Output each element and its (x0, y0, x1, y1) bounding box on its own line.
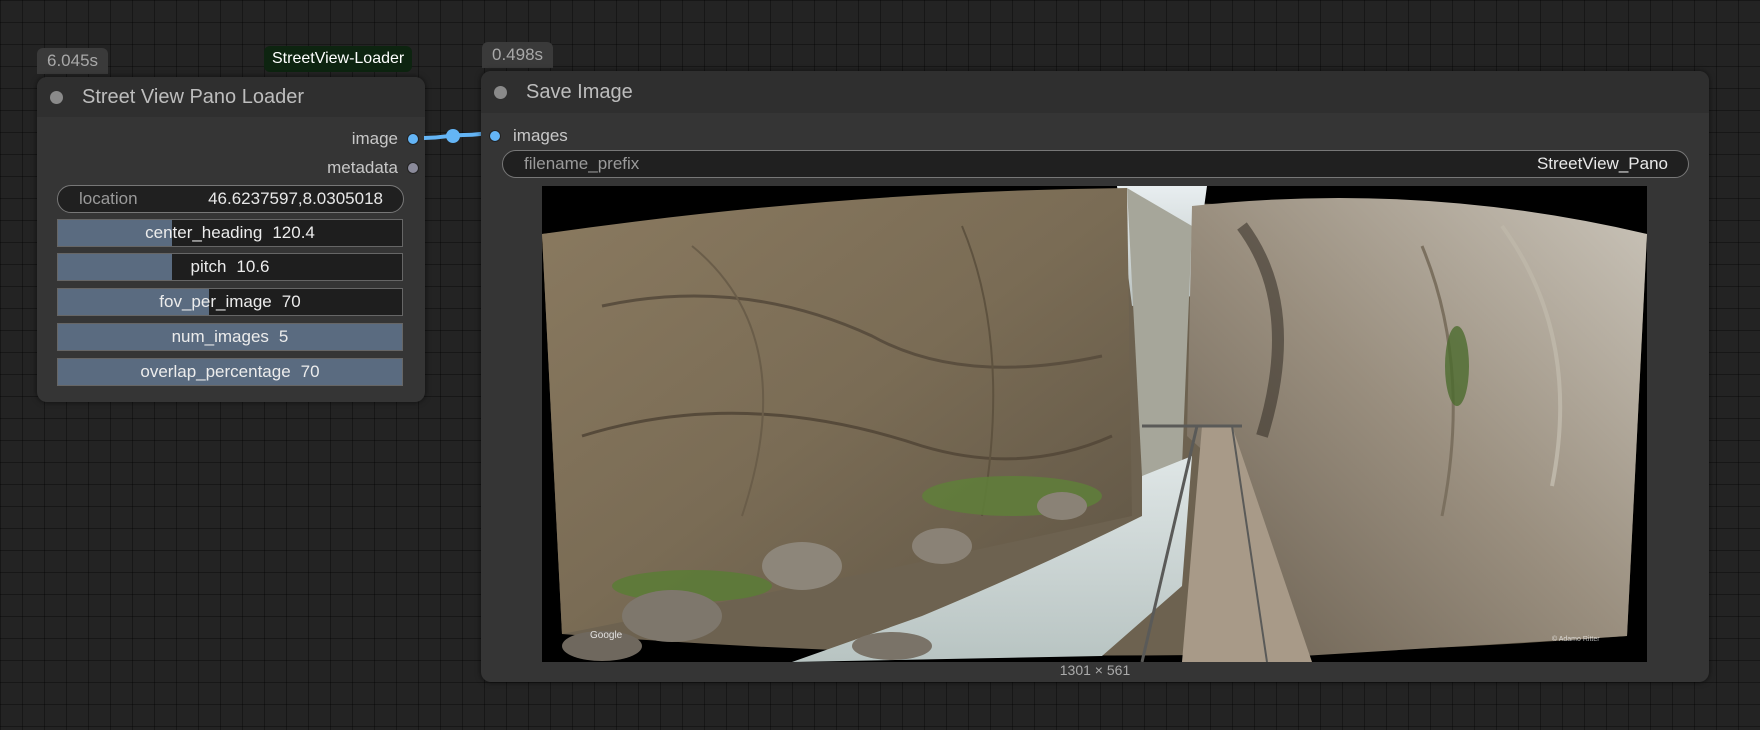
slider-label: overlap_percentage (140, 362, 291, 381)
slider-value: 10.6 (236, 257, 270, 276)
loader-timing: 6.045s (37, 48, 109, 74)
link-midpoint-icon[interactable] (446, 129, 460, 143)
node-title: Save Image (526, 80, 633, 103)
input-label: images (513, 126, 568, 145)
output-label: image (351, 129, 398, 148)
slider-label: pitch (190, 257, 227, 276)
watermark-left: Google (590, 630, 623, 641)
collapse-dot-icon[interactable] (50, 90, 63, 104)
slider-value: 120.4 (272, 223, 315, 242)
slider-fov-per-image[interactable]: fov_per_image 70 (57, 288, 403, 316)
node-title: Street View Pano Loader (82, 85, 305, 108)
collapse-dot-icon[interactable] (494, 85, 507, 99)
slider-center-heading[interactable]: center_heading 120.4 (57, 219, 403, 247)
slider-label: num_images (171, 327, 269, 346)
filename-prefix-field[interactable]: filename_prefix StreetView_Pano (502, 150, 1689, 178)
watermark-right: © Adamo Ritter (1552, 635, 1600, 643)
node-title-bar[interactable]: Save Image (481, 71, 1709, 113)
slider-num-images[interactable]: num_images 5 (57, 323, 403, 351)
slider-label: center_heading (145, 223, 263, 242)
location-field[interactable]: location 46.6237597,8.0305018 (57, 185, 404, 213)
output-slot-image[interactable]: image (352, 128, 419, 150)
slider-pitch[interactable]: pitch 10.6 (57, 253, 403, 281)
field-label: filename_prefix (524, 154, 640, 173)
node-badge: StreetView-Loader (264, 46, 413, 72)
panorama-image: Google © Adamo Ritter (542, 186, 1647, 662)
output-dot-icon[interactable] (407, 162, 419, 174)
save-timing: 0.498s (482, 42, 554, 68)
slider-label: fov_per_image (159, 292, 272, 311)
field-label: location (79, 189, 138, 208)
slider-overlap-percentage[interactable]: overlap_percentage 70 (57, 358, 403, 386)
field-value: StreetView_Pano (1536, 154, 1668, 173)
output-slot-metadata[interactable]: metadata (327, 157, 419, 179)
slider-value: 70 (300, 362, 320, 381)
image-preview[interactable]: Google © Adamo Ritter (542, 186, 1647, 662)
input-dot-icon[interactable] (489, 130, 501, 142)
input-slot-images[interactable]: images (489, 125, 568, 147)
field-value: 46.6237597,8.0305018 (208, 189, 383, 208)
image-dimensions-caption: 1301 × 561 (1059, 662, 1131, 678)
slider-value: 70 (281, 292, 301, 311)
node-title-bar[interactable]: Street View Pano Loader (37, 77, 425, 117)
street-view-pano-loader-node[interactable]: Street View Pano Loader image metadata l… (37, 77, 425, 402)
output-dot-icon[interactable] (407, 133, 419, 145)
slider-value: 5 (278, 327, 289, 346)
output-label: metadata (327, 158, 398, 177)
